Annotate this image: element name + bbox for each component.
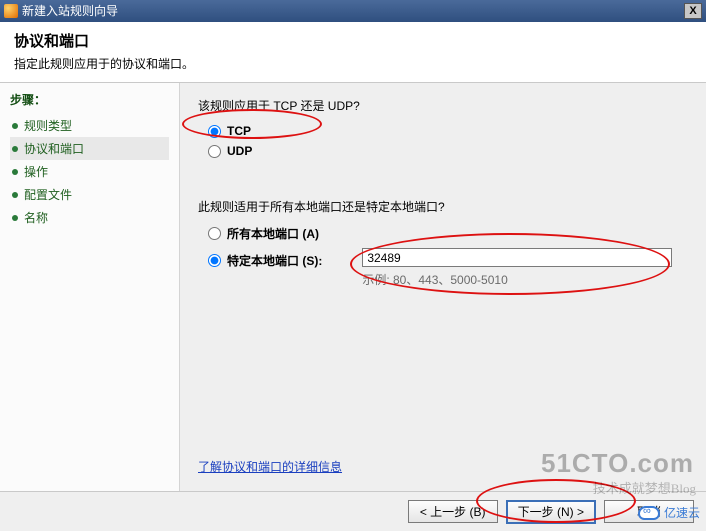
steps-heading: 步骤：: [10, 91, 169, 108]
step-rule-type[interactable]: 规则类型: [10, 114, 169, 137]
radio-tcp[interactable]: [208, 125, 221, 138]
step-name[interactable]: 名称: [10, 206, 169, 229]
app-icon: [4, 4, 18, 18]
wizard-header: 协议和端口 指定此规则应用于的协议和端口。: [0, 22, 706, 83]
steps-sidebar: 步骤： 规则类型 协议和端口 操作 配置文件 名称: [0, 83, 180, 491]
protocol-question: 该规则应用于 TCP 还是 UDP?: [198, 97, 688, 114]
radio-specific-ports-row[interactable]: 特定本地端口 (S):: [208, 252, 322, 269]
radio-udp-row[interactable]: UDP: [208, 144, 688, 158]
main-panel: 该规则应用于 TCP 还是 UDP? TCP UDP 此规则适用于所有本地端口还…: [180, 83, 706, 491]
bullet-icon: [12, 192, 18, 198]
radio-specific-ports[interactable]: [208, 254, 221, 267]
step-label: 配置文件: [24, 186, 72, 203]
wizard-body: 步骤： 规则类型 协议和端口 操作 配置文件 名称 该规则应用于 TCP 还是 …: [0, 83, 706, 491]
bullet-icon: [12, 215, 18, 221]
step-label: 操作: [24, 163, 48, 180]
bullet-icon: [12, 169, 18, 175]
radio-tcp-row[interactable]: TCP: [208, 124, 688, 138]
step-action[interactable]: 操作: [10, 160, 169, 183]
specific-ports-input[interactable]: [362, 248, 672, 267]
radio-all-ports-row[interactable]: 所有本地端口 (A): [208, 225, 688, 242]
radio-all-ports[interactable]: [208, 227, 221, 240]
step-profile[interactable]: 配置文件: [10, 183, 169, 206]
radio-specific-ports-label[interactable]: 特定本地端口 (S):: [227, 252, 322, 269]
radio-udp-label[interactable]: UDP: [227, 144, 252, 158]
next-button[interactable]: 下一步 (N) >: [506, 500, 596, 524]
step-protocol-port[interactable]: 协议和端口: [10, 137, 169, 160]
back-button[interactable]: < 上一步 (B): [408, 500, 498, 523]
radio-tcp-label[interactable]: TCP: [227, 124, 251, 138]
step-label: 名称: [24, 209, 48, 226]
window-title: 新建入站规则向导: [22, 0, 118, 22]
ports-example-text: 示例: 80、443、5000-5010: [362, 271, 672, 288]
page-title: 协议和端口: [14, 30, 692, 51]
learn-more-link[interactable]: 了解协议和端口的详细信息: [198, 458, 342, 475]
bullet-icon: [12, 146, 18, 152]
wizard-footer: < 上一步 (B) 下一步 (N) > 取消: [0, 491, 706, 531]
step-label: 协议和端口: [24, 140, 84, 157]
radio-all-ports-label[interactable]: 所有本地端口 (A): [227, 225, 319, 242]
titlebar: 新建入站规则向导 X: [0, 0, 706, 22]
bullet-icon: [12, 123, 18, 129]
cancel-button[interactable]: 取消: [604, 500, 694, 523]
page-subtitle: 指定此规则应用于的协议和端口。: [14, 55, 692, 72]
port-question: 此规则适用于所有本地端口还是特定本地端口?: [198, 198, 688, 215]
close-button[interactable]: X: [684, 3, 702, 19]
radio-udp[interactable]: [208, 145, 221, 158]
step-label: 规则类型: [24, 117, 72, 134]
